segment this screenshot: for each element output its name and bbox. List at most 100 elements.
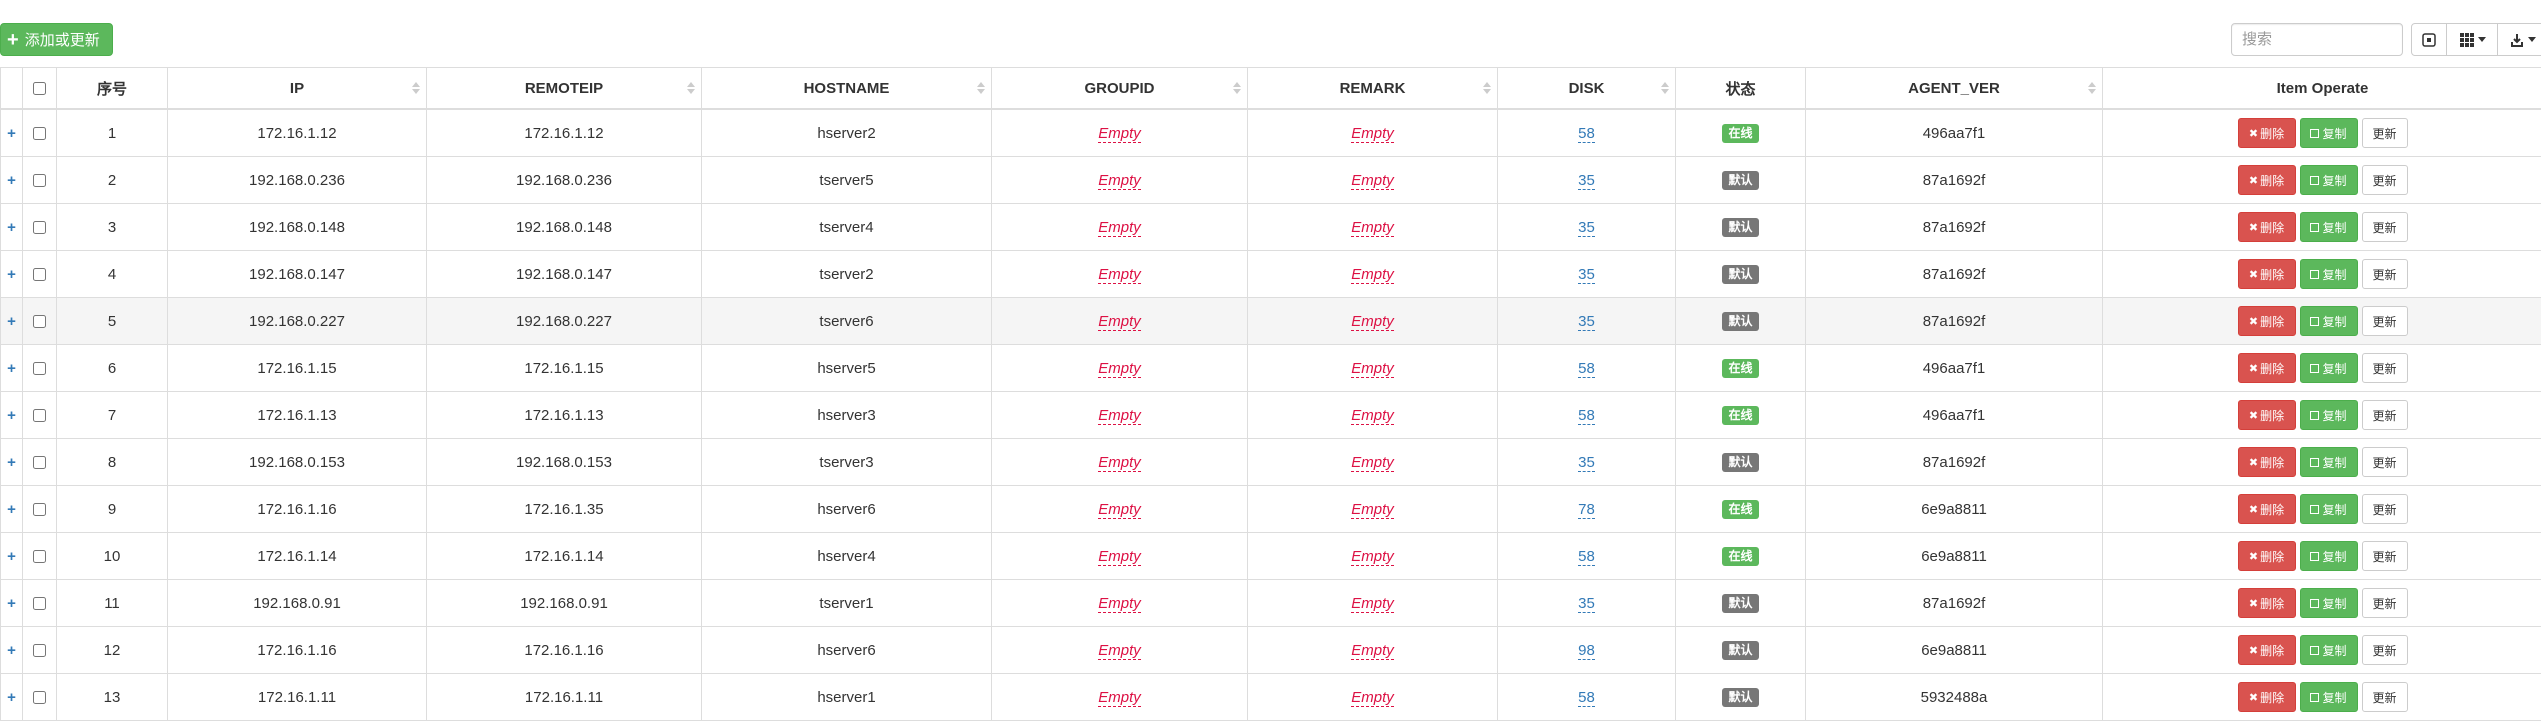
remark-editable[interactable]: Empty: [1351, 500, 1394, 519]
copy-button[interactable]: 复制: [2299, 447, 2358, 477]
remark-editable[interactable]: Empty: [1351, 265, 1394, 284]
table-row[interactable]: +5 192.168.0.227 192.168.0.227 tserver6 Empt…: [0, 297, 2541, 345]
groupid-editable[interactable]: Empty: [1098, 453, 1141, 472]
column-header-disk[interactable]: DISK: [1497, 67, 1676, 110]
copy-button[interactable]: 复制: [2299, 400, 2358, 430]
row-checkbox[interactable]: [33, 127, 46, 141]
expand-row-icon[interactable]: +: [0, 344, 23, 392]
table-row[interactable]: +4 192.168.0.147 192.168.0.147 tserver2 Empt…: [0, 250, 2541, 298]
disk-link[interactable]: 35: [1578, 453, 1595, 472]
column-header-remoteip[interactable]: REMOTEIP: [426, 67, 702, 110]
expand-row-icon[interactable]: +: [0, 156, 23, 204]
groupid-editable[interactable]: Empty: [1098, 312, 1141, 331]
update-button[interactable]: 更新: [2361, 541, 2408, 571]
delete-button[interactable]: ✖ 删除: [2237, 447, 2296, 477]
delete-button[interactable]: ✖ 删除: [2237, 212, 2296, 242]
delete-button[interactable]: ✖ 删除: [2237, 353, 2296, 383]
search-input[interactable]: [2231, 23, 2403, 56]
copy-button[interactable]: 复制: [2299, 541, 2358, 571]
expand-row-icon[interactable]: +: [0, 108, 23, 157]
expand-row-icon[interactable]: +: [0, 297, 23, 345]
table-row[interactable]: +3 192.168.0.148 192.168.0.148 tserver4 Empt…: [0, 203, 2541, 251]
delete-button[interactable]: ✖ 删除: [2237, 400, 2296, 430]
copy-button[interactable]: 复制: [2299, 259, 2358, 289]
columns-dropdown-button[interactable]: [2446, 23, 2498, 56]
column-header-status[interactable]: 状态: [1675, 67, 1806, 110]
groupid-editable[interactable]: Empty: [1098, 688, 1141, 707]
disk-link[interactable]: 78: [1578, 500, 1595, 519]
delete-button[interactable]: ✖ 删除: [2237, 306, 2296, 336]
copy-button[interactable]: 复制: [2299, 635, 2358, 665]
remark-editable[interactable]: Empty: [1351, 688, 1394, 707]
row-checkbox[interactable]: [33, 597, 46, 611]
disk-link[interactable]: 35: [1578, 218, 1595, 237]
table-row[interactable]: +9 172.16.1.16 172.16.1.35 hserver6 Empty Emp…: [0, 485, 2541, 533]
groupid-editable[interactable]: Empty: [1098, 641, 1141, 660]
row-checkbox[interactable]: [33, 456, 46, 470]
remark-editable[interactable]: Empty: [1351, 406, 1394, 425]
table-row[interactable]: +13 172.16.1.11 172.16.1.11 hserver1 Empty Em…: [0, 673, 2541, 721]
update-button[interactable]: 更新: [2361, 306, 2408, 336]
remark-editable[interactable]: Empty: [1351, 359, 1394, 378]
row-checkbox[interactable]: [33, 409, 46, 423]
groupid-editable[interactable]: Empty: [1098, 171, 1141, 190]
delete-button[interactable]: ✖ 删除: [2237, 588, 2296, 618]
groupid-editable[interactable]: Empty: [1098, 124, 1141, 143]
disk-link[interactable]: 58: [1578, 547, 1595, 566]
delete-button[interactable]: ✖ 删除: [2237, 494, 2296, 524]
groupid-editable[interactable]: Empty: [1098, 547, 1141, 566]
disk-link[interactable]: 58: [1578, 124, 1595, 143]
update-button[interactable]: 更新: [2361, 635, 2408, 665]
table-row[interactable]: +7 172.16.1.13 172.16.1.13 hserver3 Empty Emp…: [0, 391, 2541, 439]
remark-editable[interactable]: Empty: [1351, 124, 1394, 143]
update-button[interactable]: 更新: [2361, 353, 2408, 383]
update-button[interactable]: 更新: [2361, 494, 2408, 524]
update-button[interactable]: 更新: [2361, 400, 2408, 430]
expand-row-icon[interactable]: +: [0, 579, 23, 627]
copy-button[interactable]: 复制: [2299, 165, 2358, 195]
column-header-remark[interactable]: REMARK: [1247, 67, 1498, 110]
expand-row-icon[interactable]: +: [0, 250, 23, 298]
copy-button[interactable]: 复制: [2299, 212, 2358, 242]
disk-link[interactable]: 58: [1578, 406, 1595, 425]
expand-row-icon[interactable]: +: [0, 391, 23, 439]
row-checkbox[interactable]: [33, 362, 46, 376]
groupid-editable[interactable]: Empty: [1098, 265, 1141, 284]
remark-editable[interactable]: Empty: [1351, 453, 1394, 472]
copy-button[interactable]: 复制: [2299, 682, 2358, 712]
remark-editable[interactable]: Empty: [1351, 218, 1394, 237]
refresh-button[interactable]: [2411, 23, 2447, 56]
column-header-hostname[interactable]: HOSTNAME: [701, 67, 992, 110]
disk-link[interactable]: 58: [1578, 688, 1595, 707]
export-dropdown-button[interactable]: [2497, 23, 2541, 56]
groupid-editable[interactable]: Empty: [1098, 500, 1141, 519]
delete-button[interactable]: ✖ 删除: [2237, 259, 2296, 289]
expand-row-icon[interactable]: +: [0, 532, 23, 580]
row-checkbox[interactable]: [33, 644, 46, 658]
table-row[interactable]: +2 192.168.0.236 192.168.0.236 tserver5 Empt…: [0, 156, 2541, 204]
remark-editable[interactable]: Empty: [1351, 171, 1394, 190]
row-checkbox[interactable]: [33, 268, 46, 282]
copy-button[interactable]: 复制: [2299, 353, 2358, 383]
column-header-seq[interactable]: 序号: [56, 67, 168, 110]
copy-button[interactable]: 复制: [2299, 118, 2358, 148]
update-button[interactable]: 更新: [2361, 447, 2408, 477]
expand-row-icon[interactable]: +: [0, 203, 23, 251]
row-checkbox[interactable]: [33, 315, 46, 329]
delete-button[interactable]: ✖ 删除: [2237, 635, 2296, 665]
delete-button[interactable]: ✖ 删除: [2237, 682, 2296, 712]
table-row[interactable]: +12 172.16.1.16 172.16.1.16 hserver6 Empty Em…: [0, 626, 2541, 674]
select-all-checkbox[interactable]: [33, 82, 46, 96]
disk-link[interactable]: 35: [1578, 594, 1595, 613]
copy-button[interactable]: 复制: [2299, 306, 2358, 336]
delete-button[interactable]: ✖ 删除: [2237, 165, 2296, 195]
groupid-editable[interactable]: Empty: [1098, 218, 1141, 237]
copy-button[interactable]: 复制: [2299, 494, 2358, 524]
update-button[interactable]: 更新: [2361, 588, 2408, 618]
remark-editable[interactable]: Empty: [1351, 641, 1394, 660]
disk-link[interactable]: 35: [1578, 265, 1595, 284]
table-row[interactable]: +8 192.168.0.153 192.168.0.153 tserver3 Empt…: [0, 438, 2541, 486]
table-row[interactable]: +1 172.16.1.12 172.16.1.12 hserver2 Empty Emp…: [0, 108, 2541, 157]
copy-button[interactable]: 复制: [2299, 588, 2358, 618]
update-button[interactable]: 更新: [2361, 212, 2408, 242]
